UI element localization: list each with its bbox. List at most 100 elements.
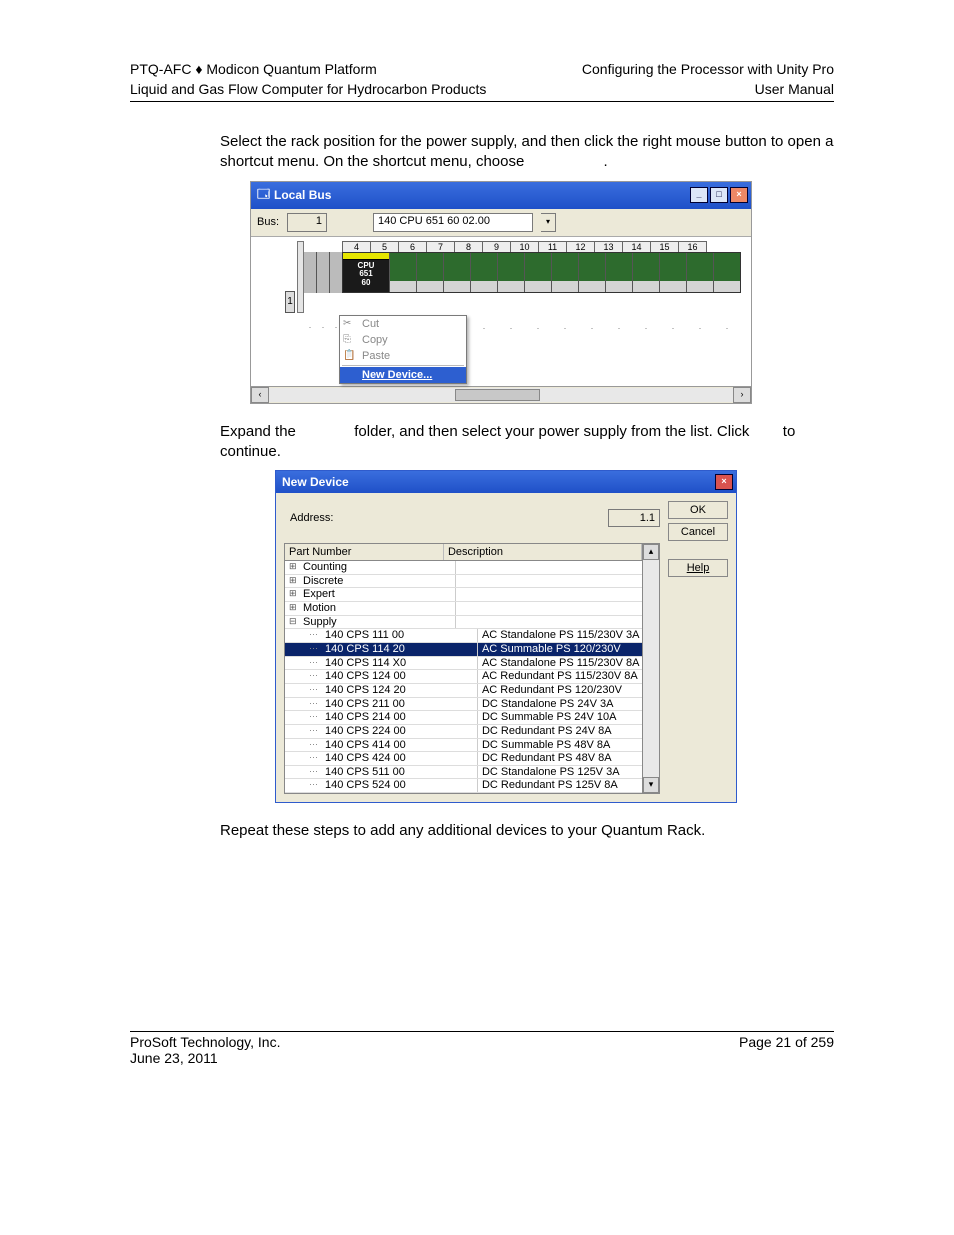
tree-item[interactable]: 140 CPS 124 00AC Redundant PS 115/230V 8… (285, 670, 642, 684)
context-menu[interactable]: ✂Cut ⎘Copy 📋Paste New Device... (339, 315, 467, 384)
slot-number: 16 (678, 241, 707, 252)
paragraph-2: Expand the folder, and then select your … (220, 422, 834, 463)
slot-number: 14 (622, 241, 651, 252)
tree-category[interactable]: Discrete (285, 575, 642, 589)
rack-slot[interactable] (714, 253, 740, 292)
bus-number-field[interactable]: 1 (287, 213, 327, 232)
address-field[interactable]: 1.1 (608, 509, 660, 527)
tree-category[interactable]: Motion (285, 602, 642, 616)
bus-label: Bus: (257, 216, 279, 228)
rack-slot[interactable] (606, 253, 633, 292)
tree-item[interactable]: 140 CPS 424 00DC Redundant PS 48V 8A (285, 752, 642, 766)
paragraph-3: Repeat these steps to add any additional… (220, 821, 834, 841)
screenshot-new-device-dialog: New Device × Address: 1.1 Part Number De… (275, 470, 737, 803)
tree-item[interactable]: 140 CPS 524 00DC Redundant PS 125V 8A (285, 779, 642, 793)
tree-category[interactable]: Supply (285, 616, 642, 630)
bus-toolbar: Bus: 1 140 CPU 651 60 02.00 ▾ (251, 209, 751, 237)
cancel-button[interactable]: Cancel (668, 523, 728, 541)
cut-icon: ✂ (343, 318, 351, 329)
cpu-module[interactable]: CPU65160 (343, 253, 390, 292)
tree-category[interactable]: Counting (285, 561, 642, 575)
rack-slot[interactable] (579, 253, 606, 292)
rack-slot[interactable] (417, 253, 444, 292)
slot-spacer (317, 252, 330, 293)
rack-id-tab[interactable]: 1 (285, 291, 295, 313)
slot-number: 6 (398, 241, 427, 252)
cpu-select[interactable]: 140 CPU 651 60 02.00 (373, 213, 533, 232)
tree-item[interactable]: 140 CPS 114 X0AC Standalone PS 115/230V … (285, 657, 642, 671)
ok-button[interactable]: OK (668, 501, 728, 519)
vertical-scrollbar[interactable]: ▴ ▾ (643, 543, 660, 794)
slot-spacer (330, 252, 342, 293)
tree-item[interactable]: 140 CPS 511 00DC Standalone PS 125V 3A (285, 766, 642, 780)
address-label: Address: (290, 512, 333, 524)
slot-number: 10 (510, 241, 539, 252)
scroll-thumb[interactable] (455, 389, 541, 401)
scroll-up-button[interactable]: ▴ (643, 544, 659, 560)
page-footer: ProSoft Technology, Inc. June 23, 2011 P… (130, 1031, 834, 1066)
tree-item[interactable]: 140 CPS 124 20AC Redundant PS 120/230V (285, 684, 642, 698)
footer-date: June 23, 2011 (130, 1050, 280, 1066)
slot-number: 13 (594, 241, 623, 252)
dialog-titlebar[interactable]: New Device × (276, 471, 736, 493)
rack-slot[interactable] (633, 253, 660, 292)
tree-item[interactable]: 140 CPS 211 00DC Standalone PS 24V 3A (285, 698, 642, 712)
menu-new-device[interactable]: New Device... (340, 367, 466, 383)
col-part-number[interactable]: Part Number (285, 544, 444, 560)
paragraph-1: Select the rack position for the power s… (220, 132, 834, 173)
maximize-button[interactable]: □ (710, 187, 728, 203)
rack-slot[interactable] (471, 253, 498, 292)
window-title: Local Bus (274, 188, 690, 202)
horizontal-scrollbar[interactable]: ‹ › (251, 386, 751, 403)
screenshot-local-bus: 🗔 Local Bus _ □ × Bus: 1 140 CPU 651 60 … (250, 181, 752, 404)
footer-company: ProSoft Technology, Inc. (130, 1034, 280, 1050)
slot-numbers: 45678910111213141516 (342, 241, 741, 252)
dialog-title: New Device (282, 475, 715, 489)
rack-slot[interactable] (687, 253, 714, 292)
minimize-button[interactable]: _ (690, 187, 708, 203)
page-header: PTQ-AFC ♦ Modicon Quantum Platform Liqui… (130, 60, 834, 102)
tree-category[interactable]: Expert (285, 588, 642, 602)
cpu-label: CPU65160 (343, 260, 389, 292)
slot-spacer (304, 252, 317, 293)
header-right-1: Configuring the Processor with Unity Pro (582, 60, 834, 80)
slot-number: 8 (454, 241, 483, 252)
header-left-2: Liquid and Gas Flow Computer for Hydroca… (130, 80, 486, 100)
tree-item[interactable]: 140 CPS 224 00DC Redundant PS 24V 8A (285, 725, 642, 739)
slot-number: 5 (370, 241, 399, 252)
tree-item[interactable]: 140 CPS 114 20AC Summable PS 120/230V (285, 643, 642, 657)
scroll-left-button[interactable]: ‹ (251, 387, 269, 403)
slot-number: 11 (538, 241, 567, 252)
help-button[interactable]: Help (668, 559, 728, 577)
scroll-down-button[interactable]: ▾ (643, 777, 659, 793)
dialog-close-button[interactable]: × (715, 474, 733, 490)
rack-slot[interactable] (660, 253, 687, 292)
rack-slot[interactable] (390, 253, 417, 292)
paste-icon: 📋 (343, 350, 355, 361)
window-titlebar[interactable]: 🗔 Local Bus _ □ × (251, 182, 751, 209)
rack-slot[interactable] (552, 253, 579, 292)
menu-copy[interactable]: ⎘Copy (340, 332, 466, 348)
cpu-select-dropdown[interactable]: ▾ (541, 213, 556, 232)
header-left-1: PTQ-AFC ♦ Modicon Quantum Platform (130, 60, 486, 80)
rack-slots[interactable]: CPU65160 (342, 252, 741, 293)
scroll-right-button[interactable]: › (733, 387, 751, 403)
rack-slot[interactable] (444, 253, 471, 292)
tree-item[interactable]: 140 CPS 414 00DC Summable PS 48V 8A (285, 739, 642, 753)
app-icon: 🗔 (257, 185, 270, 206)
close-button[interactable]: × (730, 187, 748, 203)
slot-number: 4 (342, 241, 371, 252)
device-list-grid[interactable]: Part Number Description CountingDiscrete… (284, 543, 643, 794)
rack-slot[interactable] (525, 253, 552, 292)
copy-icon: ⎘ (343, 334, 351, 345)
slot-number: 15 (650, 241, 679, 252)
rack-slot[interactable] (498, 253, 525, 292)
tree-item[interactable]: 140 CPS 214 00DC Summable PS 24V 10A (285, 711, 642, 725)
footer-page: Page 21 of 259 (739, 1034, 834, 1066)
slot-number: 9 (482, 241, 511, 252)
tree-item[interactable]: 140 CPS 111 00AC Standalone PS 115/230V … (285, 629, 642, 643)
menu-cut[interactable]: ✂Cut (340, 316, 466, 332)
menu-paste[interactable]: 📋Paste (340, 348, 466, 364)
col-description[interactable]: Description (444, 544, 642, 560)
slot-number: 7 (426, 241, 455, 252)
